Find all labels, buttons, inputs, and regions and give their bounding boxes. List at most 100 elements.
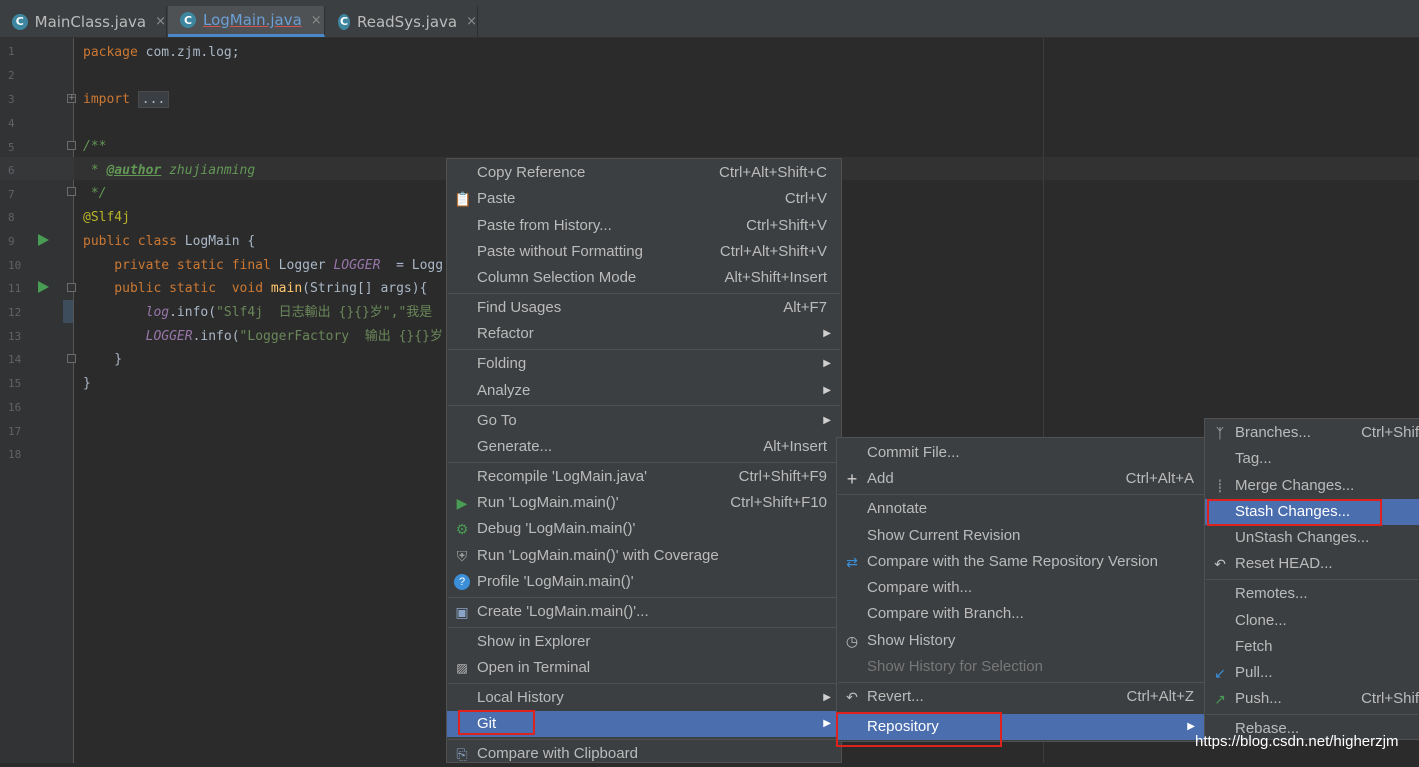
- line-number: 2: [8, 69, 15, 82]
- line-number: 18: [8, 448, 22, 461]
- menu-item-generate[interactable]: Generate... Alt+Insert: [447, 434, 841, 460]
- menu-item-compare-with[interactable]: Compare with...: [837, 575, 1205, 601]
- menu-item-annotate[interactable]: Annotate: [837, 496, 1205, 522]
- menu-item-show-history[interactable]: ◷ Show History: [837, 628, 1205, 654]
- menu-item-remotes[interactable]: Remotes...: [1205, 581, 1419, 607]
- menu-item-create-configuration[interactable]: ▣ Create 'LogMain.main()'...: [447, 599, 841, 625]
- code-line: */: [83, 186, 107, 201]
- menu-item-show-history-for-selection[interactable]: Show History for Selection: [837, 654, 1205, 680]
- menu-item-paste[interactable]: 📋 Paste Ctrl+V: [447, 186, 841, 212]
- run-icon: ▶: [456, 495, 468, 511]
- reset-icon: ↶: [1214, 556, 1226, 572]
- code-line: private static final Logger LOGGER = Log…: [83, 258, 444, 273]
- java-class-icon: C: [180, 12, 196, 28]
- line-number: 11: [8, 282, 22, 295]
- menu-item-run[interactable]: ▶ Run 'LogMain.main()' Ctrl+Shift+F10: [447, 490, 841, 516]
- tab-readsys[interactable]: C ReadSys.java ×: [326, 6, 478, 37]
- menu-item-clone[interactable]: Clone...: [1205, 608, 1419, 634]
- highlight-box-repository: [836, 712, 1002, 747]
- git-submenu: Commit File... + Add Ctrl+Alt+A Annotate S…: [836, 437, 1206, 742]
- menu-item-copy-reference[interactable]: Copy Reference Ctrl+Alt+Shift+C: [447, 160, 841, 186]
- menu-item-tag[interactable]: Tag...: [1205, 446, 1419, 472]
- profile-icon: ?: [454, 574, 470, 590]
- code-line: /**: [83, 139, 107, 154]
- menu-item-run-with-coverage[interactable]: ⛨ Run 'LogMain.main()' with Coverage: [447, 543, 841, 569]
- fold-collapse-icon[interactable]: [67, 283, 76, 292]
- menu-item-paste-without-formatting[interactable]: Paste without Formatting Ctrl+Alt+Shift+V: [447, 239, 841, 265]
- menu-item-refactor[interactable]: Refactor ▶: [447, 321, 841, 347]
- menu-item-profile[interactable]: ? Profile 'LogMain.main()': [447, 569, 841, 595]
- menu-item-merge-changes[interactable]: ┊ Merge Changes...: [1205, 473, 1419, 499]
- menu-item-unstash-changes[interactable]: UnStash Changes...: [1205, 525, 1419, 551]
- menu-item-analyze[interactable]: Analyze ▶: [447, 378, 841, 404]
- submenu-arrow-icon: ▶: [823, 718, 831, 729]
- editor-context-menu: Copy Reference Ctrl+Alt+Shift+C 📋 Paste Ctr…: [446, 158, 842, 763]
- menu-item-pull[interactable]: ↙ Pull...: [1205, 660, 1419, 686]
- history-icon: ◷: [845, 633, 859, 649]
- menu-item-local-history[interactable]: Local History ▶: [447, 685, 841, 711]
- folded-imports: ...: [137, 91, 170, 108]
- menu-item-add[interactable]: + Add Ctrl+Alt+A: [837, 466, 1205, 492]
- menu-separator: [1206, 714, 1418, 715]
- menu-item-commit-file[interactable]: Commit File...: [837, 440, 1205, 466]
- code-line: LOGGER.info("LoggerFactory 输出 {}{}岁: [83, 329, 443, 344]
- menu-item-paste-from-history[interactable]: Paste from History... Ctrl+Shift+V: [447, 213, 841, 239]
- java-class-icon: C: [338, 13, 350, 30]
- branch-icon: ᛉ: [1215, 425, 1225, 441]
- menu-item-show-current-revision[interactable]: Show Current Revision: [837, 523, 1205, 549]
- add-icon: +: [846, 469, 858, 489]
- menu-item-compare-with-clipboard[interactable]: ⎘ Compare with Clipboard: [447, 741, 841, 767]
- compare-icon: ⇄: [846, 554, 858, 570]
- submenu-arrow-icon: ▶: [823, 358, 831, 369]
- editor-tab-bar: C MainClass.java × C LogMain.java × C Re…: [0, 0, 1419, 38]
- menu-separator: [448, 739, 840, 740]
- run-gutter-icon[interactable]: [38, 234, 49, 246]
- repository-submenu: ᛉ Branches... Ctrl+Shif Tag... ┊ Merge Chan…: [1204, 418, 1419, 740]
- create-config-icon: ▣: [455, 604, 469, 620]
- fold-end-icon[interactable]: [67, 354, 76, 363]
- menu-item-fetch[interactable]: Fetch: [1205, 634, 1419, 660]
- close-icon[interactable]: ×: [155, 14, 166, 29]
- line-number: 10: [8, 259, 22, 272]
- code-line: public static void main(String[] args){: [83, 281, 428, 296]
- menu-item-revert[interactable]: ↶ Revert... Ctrl+Alt+Z: [837, 684, 1205, 710]
- menu-item-branches[interactable]: ᛉ Branches... Ctrl+Shif: [1205, 420, 1419, 446]
- menu-item-recompile[interactable]: Recompile 'LogMain.java' Ctrl+Shift+F9: [447, 464, 841, 490]
- tab-label: ReadSys.java: [356, 12, 458, 31]
- line-number: 1: [8, 45, 15, 58]
- menu-item-compare-same-repository-version[interactable]: ⇄ Compare with the Same Repository Versio…: [837, 549, 1205, 575]
- menu-separator: [1206, 579, 1418, 580]
- menu-separator: [448, 627, 840, 628]
- submenu-arrow-icon: ▶: [823, 385, 831, 396]
- menu-item-find-usages[interactable]: Find Usages Alt+F7: [447, 295, 841, 321]
- menu-separator: [448, 462, 840, 463]
- push-icon: ↗: [1214, 691, 1226, 707]
- tab-mainclass[interactable]: C MainClass.java ×: [0, 6, 167, 37]
- tab-logmain[interactable]: C LogMain.java ×: [168, 6, 325, 37]
- menu-item-folding[interactable]: Folding ▶: [447, 351, 841, 377]
- submenu-arrow-icon: ▶: [823, 692, 831, 703]
- line-number: 8: [8, 211, 15, 224]
- menu-item-compare-with-branch[interactable]: Compare with Branch...: [837, 601, 1205, 627]
- code-line: }: [83, 352, 123, 367]
- menu-item-go-to[interactable]: Go To ▶: [447, 408, 841, 434]
- line-number: 15: [8, 377, 22, 390]
- close-icon[interactable]: ×: [466, 14, 477, 29]
- code-line: @Slf4j: [83, 210, 130, 225]
- menu-item-push[interactable]: ↗ Push... Ctrl+Shif: [1205, 686, 1419, 712]
- watermark-text: https://blog.csdn.net/higherzjm: [1195, 733, 1399, 750]
- line-number: 13: [8, 330, 22, 343]
- menu-item-reset-head[interactable]: ↶ Reset HEAD...: [1205, 551, 1419, 577]
- menu-item-column-selection-mode[interactable]: Column Selection Mode Alt+Shift+Insert: [447, 265, 841, 291]
- menu-item-show-in-explorer[interactable]: Show in Explorer: [447, 629, 841, 655]
- fold-expand-icon[interactable]: +: [67, 94, 76, 103]
- close-icon[interactable]: ×: [311, 13, 322, 28]
- run-gutter-icon[interactable]: [38, 281, 49, 293]
- fold-collapse-icon[interactable]: [67, 141, 76, 150]
- fold-end-icon[interactable]: [67, 187, 76, 196]
- highlight-box-git: [458, 710, 535, 735]
- menu-item-open-in-terminal[interactable]: ▨ Open in Terminal: [447, 655, 841, 681]
- line-number: 16: [8, 401, 22, 414]
- menu-item-debug[interactable]: ⚙ Debug 'LogMain.main()': [447, 516, 841, 542]
- menu-separator: [448, 683, 840, 684]
